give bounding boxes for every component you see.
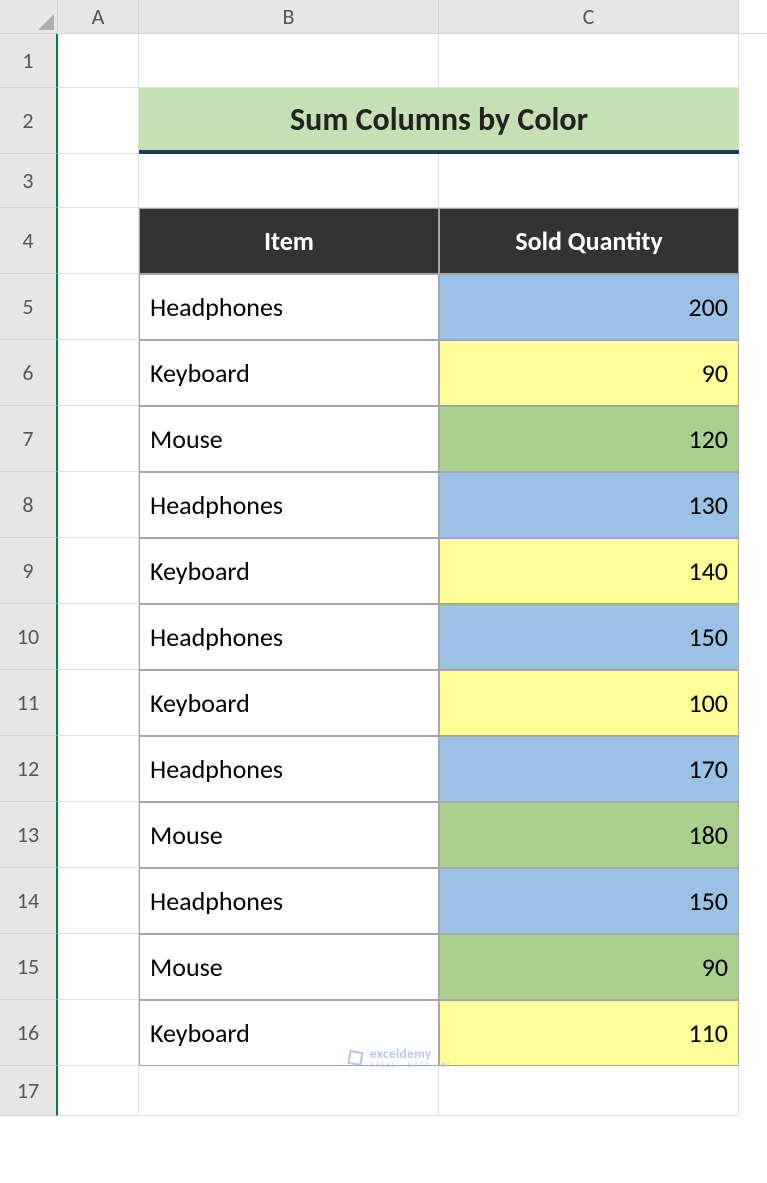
column-header-B[interactable]: B <box>139 0 439 33</box>
cell-B1[interactable] <box>139 34 439 88</box>
cell-A15[interactable] <box>58 934 139 1000</box>
column-header-A[interactable]: A <box>58 0 139 33</box>
cell-qty[interactable]: 100 <box>439 670 739 736</box>
cell-qty[interactable]: 90 <box>439 340 739 406</box>
cell-A6[interactable] <box>58 340 139 406</box>
logo-icon <box>346 1049 364 1067</box>
row-header-2[interactable]: 2 <box>0 88 58 154</box>
spreadsheet: A B C 1 2 3 4 5 6 7 8 9 10 11 12 13 14 1… <box>0 0 767 1116</box>
row-header-4[interactable]: 4 <box>0 208 58 274</box>
row-header-7[interactable]: 7 <box>0 406 58 472</box>
row-header-5[interactable]: 5 <box>0 274 58 340</box>
cell-item[interactable]: Keyboard <box>139 670 439 736</box>
cell-qty[interactable]: 180 <box>439 802 739 868</box>
cell-qty[interactable]: 170 <box>439 736 739 802</box>
cell-item[interactable]: Keyboard <box>139 340 439 406</box>
cell-A12[interactable] <box>58 736 139 802</box>
watermark-tag: EXCEL · DATA · BI <box>370 1061 451 1068</box>
cell-A13[interactable] <box>58 802 139 868</box>
cell-A4[interactable] <box>58 208 139 274</box>
cell-item[interactable]: Headphones <box>139 868 439 934</box>
row-headers: 1 2 3 4 5 6 7 8 9 10 11 12 13 14 15 16 1… <box>0 34 58 1116</box>
row-header-15[interactable]: 15 <box>0 934 58 1000</box>
cell-A9[interactable] <box>58 538 139 604</box>
cell-A10[interactable] <box>58 604 139 670</box>
row-header-1[interactable]: 1 <box>0 34 58 88</box>
row-header-12[interactable]: 12 <box>0 736 58 802</box>
cell-A7[interactable] <box>58 406 139 472</box>
cell-B17[interactable] <box>139 1066 439 1116</box>
cell-qty[interactable]: 130 <box>439 472 739 538</box>
row-header-16[interactable]: 16 <box>0 1000 58 1066</box>
cell-qty[interactable]: 90 <box>439 934 739 1000</box>
column-header-C[interactable]: C <box>439 0 739 33</box>
cell-item[interactable]: Keyboard <box>139 538 439 604</box>
cell-qty[interactable]: 150 <box>439 868 739 934</box>
cell-grid: Sum Columns by Color Item Sold Quantity … <box>58 34 739 1116</box>
cell-C1[interactable] <box>439 34 739 88</box>
cell-B3[interactable] <box>139 154 439 208</box>
cell-A11[interactable] <box>58 670 139 736</box>
row-header-11[interactable]: 11 <box>0 670 58 736</box>
cell-A8[interactable] <box>58 472 139 538</box>
cell-qty[interactable]: 150 <box>439 604 739 670</box>
select-all-icon <box>38 14 54 30</box>
cell-qty[interactable]: 140 <box>439 538 739 604</box>
cell-C17[interactable] <box>439 1066 739 1116</box>
cell-qty[interactable]: 200 <box>439 274 739 340</box>
cell-item[interactable]: Mouse <box>139 802 439 868</box>
cell-item[interactable]: Headphones <box>139 274 439 340</box>
cell-qty[interactable]: 120 <box>439 406 739 472</box>
row-header-17[interactable]: 17 <box>0 1066 58 1116</box>
cell-qty[interactable]: 110 <box>439 1000 739 1066</box>
row-header-9[interactable]: 9 <box>0 538 58 604</box>
row-header-6[interactable]: 6 <box>0 340 58 406</box>
cell-item[interactable]: Headphones <box>139 472 439 538</box>
cell-item[interactable]: Mouse <box>139 406 439 472</box>
row-header-10[interactable]: 10 <box>0 604 58 670</box>
cell-item[interactable]: Headphones <box>139 604 439 670</box>
cell-A5[interactable] <box>58 274 139 340</box>
header-qty[interactable]: Sold Quantity <box>439 208 739 274</box>
cell-A3[interactable] <box>58 154 139 208</box>
watermark: exceldemy EXCEL · DATA · BI <box>346 1048 451 1068</box>
row-header-14[interactable]: 14 <box>0 868 58 934</box>
row-header-3[interactable]: 3 <box>0 154 58 208</box>
cell-C3[interactable] <box>439 154 739 208</box>
cell-A1[interactable] <box>58 34 139 88</box>
header-item[interactable]: Item <box>139 208 439 274</box>
row-header-13[interactable]: 13 <box>0 802 58 868</box>
cell-A2[interactable] <box>58 88 139 154</box>
cell-A16[interactable] <box>58 1000 139 1066</box>
column-header-row: A B C <box>0 0 767 34</box>
select-all-corner[interactable] <box>0 0 58 33</box>
title-cell[interactable]: Sum Columns by Color <box>139 88 739 154</box>
cell-A14[interactable] <box>58 868 139 934</box>
cell-item[interactable]: Headphones <box>139 736 439 802</box>
cell-item[interactable]: Mouse <box>139 934 439 1000</box>
row-header-8[interactable]: 8 <box>0 472 58 538</box>
cell-A17[interactable] <box>58 1066 139 1116</box>
